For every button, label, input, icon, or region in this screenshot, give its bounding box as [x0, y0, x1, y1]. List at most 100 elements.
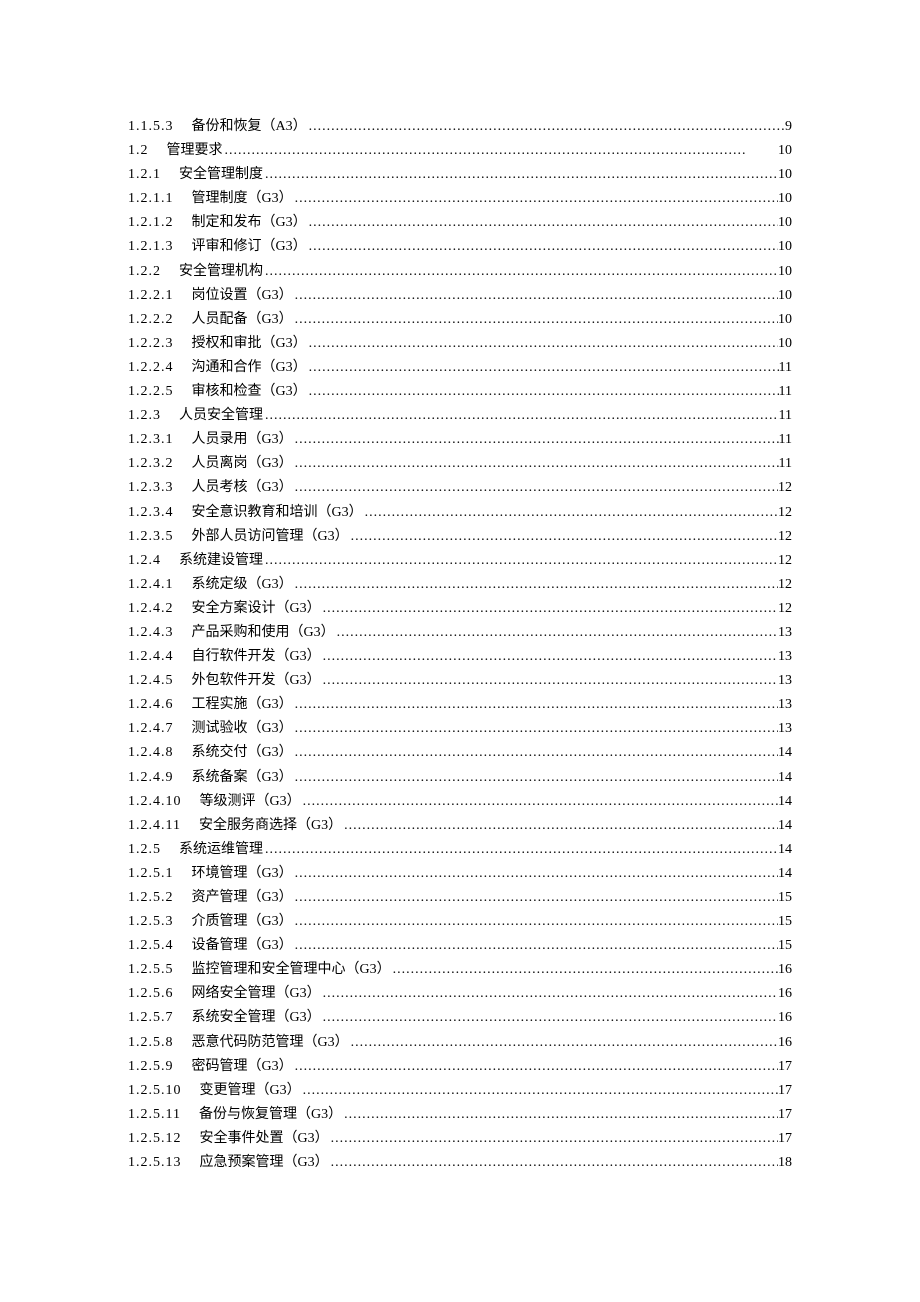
toc-number: 1.2.5.13 [128, 1151, 182, 1175]
toc-title: 安全服务商选择（G3） [199, 814, 342, 838]
toc-page-number: 12 [778, 476, 792, 500]
toc-leader-dots: ........................................… [307, 380, 779, 404]
toc-number: 1.2.5.11 [128, 1103, 181, 1127]
toc-page-number: 12 [778, 525, 792, 549]
toc-entry: 1.2.2.1岗位设置（G3）.........................… [128, 284, 792, 308]
toc-number: 1.2.4.3 [128, 621, 174, 645]
toc-number: 1.2.2.5 [128, 380, 174, 404]
toc-title: 应急预案管理（G3） [200, 1151, 329, 1175]
toc-page-number: 9 [785, 115, 792, 139]
toc-title: 人员离岗（G3） [192, 452, 293, 476]
toc-leader-dots: ........................................… [335, 621, 778, 645]
toc-page-number: 14 [778, 814, 792, 838]
toc-leader-dots: ........................................… [263, 838, 778, 862]
toc-title: 人员安全管理 [179, 404, 263, 428]
toc-entry: 1.2.5系统运维管理.............................… [128, 838, 792, 862]
toc-page-number: 15 [778, 934, 792, 958]
toc-leader-dots: ........................................… [263, 549, 778, 573]
toc-page-number: 17 [778, 1055, 792, 1079]
toc-page-number: 10 [778, 139, 792, 163]
toc-title: 岗位设置（G3） [192, 284, 293, 308]
toc-page-number: 10 [778, 284, 792, 308]
toc-number: 1.2.1 [128, 163, 161, 187]
toc-page-number: 10 [778, 163, 792, 187]
toc-number: 1.2.3.5 [128, 525, 174, 549]
toc-page-number: 10 [778, 211, 792, 235]
toc-entry: 1.2.3.4安全意识教育和培训（G3）....................… [128, 501, 792, 525]
toc-title: 产品采购和使用（G3） [192, 621, 335, 645]
toc-leader-dots: ........................................… [293, 934, 778, 958]
toc-entry: 1.2.5.9密码管理（G3）.........................… [128, 1055, 792, 1079]
toc-entry: 1.2.2.2人员配备（G3）.........................… [128, 308, 792, 332]
toc-page-number: 16 [778, 982, 792, 1006]
toc-entry: 1.2.5.2资产管理（G3）.........................… [128, 886, 792, 910]
toc-title: 人员考核（G3） [192, 476, 293, 500]
toc-title: 网络安全管理（G3） [192, 982, 321, 1006]
toc-title: 系统安全管理（G3） [192, 1006, 321, 1030]
toc-entry: 1.2.2.5审核和检查（G3）........................… [128, 380, 792, 404]
toc-number: 1.2.5.12 [128, 1127, 182, 1151]
toc-number: 1.2.1.1 [128, 187, 174, 211]
toc-page-number: 13 [778, 621, 792, 645]
toc-title: 系统运维管理 [179, 838, 263, 862]
toc-title: 安全事件处置（G3） [200, 1127, 329, 1151]
toc-leader-dots: ........................................… [307, 356, 779, 380]
toc-title: 安全管理制度 [179, 163, 263, 187]
toc-title: 授权和审批（G3） [192, 332, 307, 356]
toc-leader-dots: ........................................… [391, 958, 778, 982]
toc-entry: 1.2.4.3 产品采购和使用（G3）......................… [128, 621, 792, 645]
toc-number: 1.2.4.9 [128, 766, 174, 790]
toc-number: 1.2.4.11 [128, 814, 181, 838]
toc-title: 外部人员访问管理（G3） [192, 525, 349, 549]
toc-leader-dots: ........................................… [307, 235, 778, 259]
toc-leader-dots: ........................................… [223, 139, 779, 163]
toc-entry: 1.2.4.11安全服务商选择（G3）.....................… [128, 814, 792, 838]
toc-leader-dots: ........................................… [307, 332, 778, 356]
toc-leader-dots: ........................................… [321, 669, 778, 693]
toc-leader-dots: ........................................… [321, 645, 778, 669]
toc-page-number: 13 [778, 693, 792, 717]
toc-number: 1.2.5.3 [128, 910, 174, 934]
toc-entry: 1.2.5.8恶意代码防范管理（G3）.....................… [128, 1031, 792, 1055]
toc-page-number: 16 [778, 958, 792, 982]
toc-entry: 1.2.5.3介质管理（G3）.........................… [128, 910, 792, 934]
toc-page-number: 14 [778, 741, 792, 765]
toc-page-number: 12 [778, 573, 792, 597]
toc-number: 1.2.5.9 [128, 1055, 174, 1079]
toc-entry: 1.2.1.3评审和修订（G3）........................… [128, 235, 792, 259]
toc-title: 系统交付（G3） [192, 741, 293, 765]
toc-leader-dots: ........................................… [329, 1127, 778, 1151]
toc-leader-dots: ........................................… [321, 982, 778, 1006]
toc-number: 1.2.3.1 [128, 428, 174, 452]
toc-page-number: 14 [778, 790, 792, 814]
toc-title: 评审和修订（G3） [192, 235, 307, 259]
toc-entry: 1.2.4.4自行软件开发（G3）.......................… [128, 645, 792, 669]
toc-page-number: 10 [778, 260, 792, 284]
toc-title: 变更管理（G3） [200, 1079, 301, 1103]
toc-entry: 1.2.5.12 安全事件处置（G3）......................… [128, 1127, 792, 1151]
toc-page-number: 13 [778, 669, 792, 693]
toc-leader-dots: ........................................… [293, 1055, 778, 1079]
toc-number: 1.2.5.2 [128, 886, 174, 910]
toc-entry: 1.2.4.10等级测评（G3）........................… [128, 790, 792, 814]
toc-title: 设备管理（G3） [192, 934, 293, 958]
toc-title: 测试验收（G3） [192, 717, 293, 741]
toc-number: 1.2.4.5 [128, 669, 174, 693]
toc-leader-dots: ........................................… [321, 1006, 778, 1030]
toc-number: 1.2.2 [128, 260, 161, 284]
toc-number: 1.2.3.2 [128, 452, 174, 476]
toc-leader-dots: ........................................… [301, 790, 778, 814]
toc-leader-dots: ........................................… [293, 308, 778, 332]
toc-entry: 1.2.5.11备份与恢复管理（G3）.....................… [128, 1103, 792, 1127]
toc-leader-dots: ........................................… [349, 1031, 778, 1055]
toc-page-number: 12 [778, 549, 792, 573]
toc-entry: 1.2.4.5外包软件开发（G3）.......................… [128, 669, 792, 693]
toc-page-number: 16 [778, 1031, 792, 1055]
toc-page-number: 13 [778, 717, 792, 741]
toc-leader-dots: ........................................… [263, 260, 778, 284]
toc-page-number: 14 [778, 766, 792, 790]
toc-title: 工程实施（G3） [192, 693, 293, 717]
toc-title: 人员配备（G3） [192, 308, 293, 332]
toc-entry: 1.2管理要求.................................… [128, 139, 792, 163]
toc-entry: 1.2.4.8系统交付（G3）.........................… [128, 741, 792, 765]
